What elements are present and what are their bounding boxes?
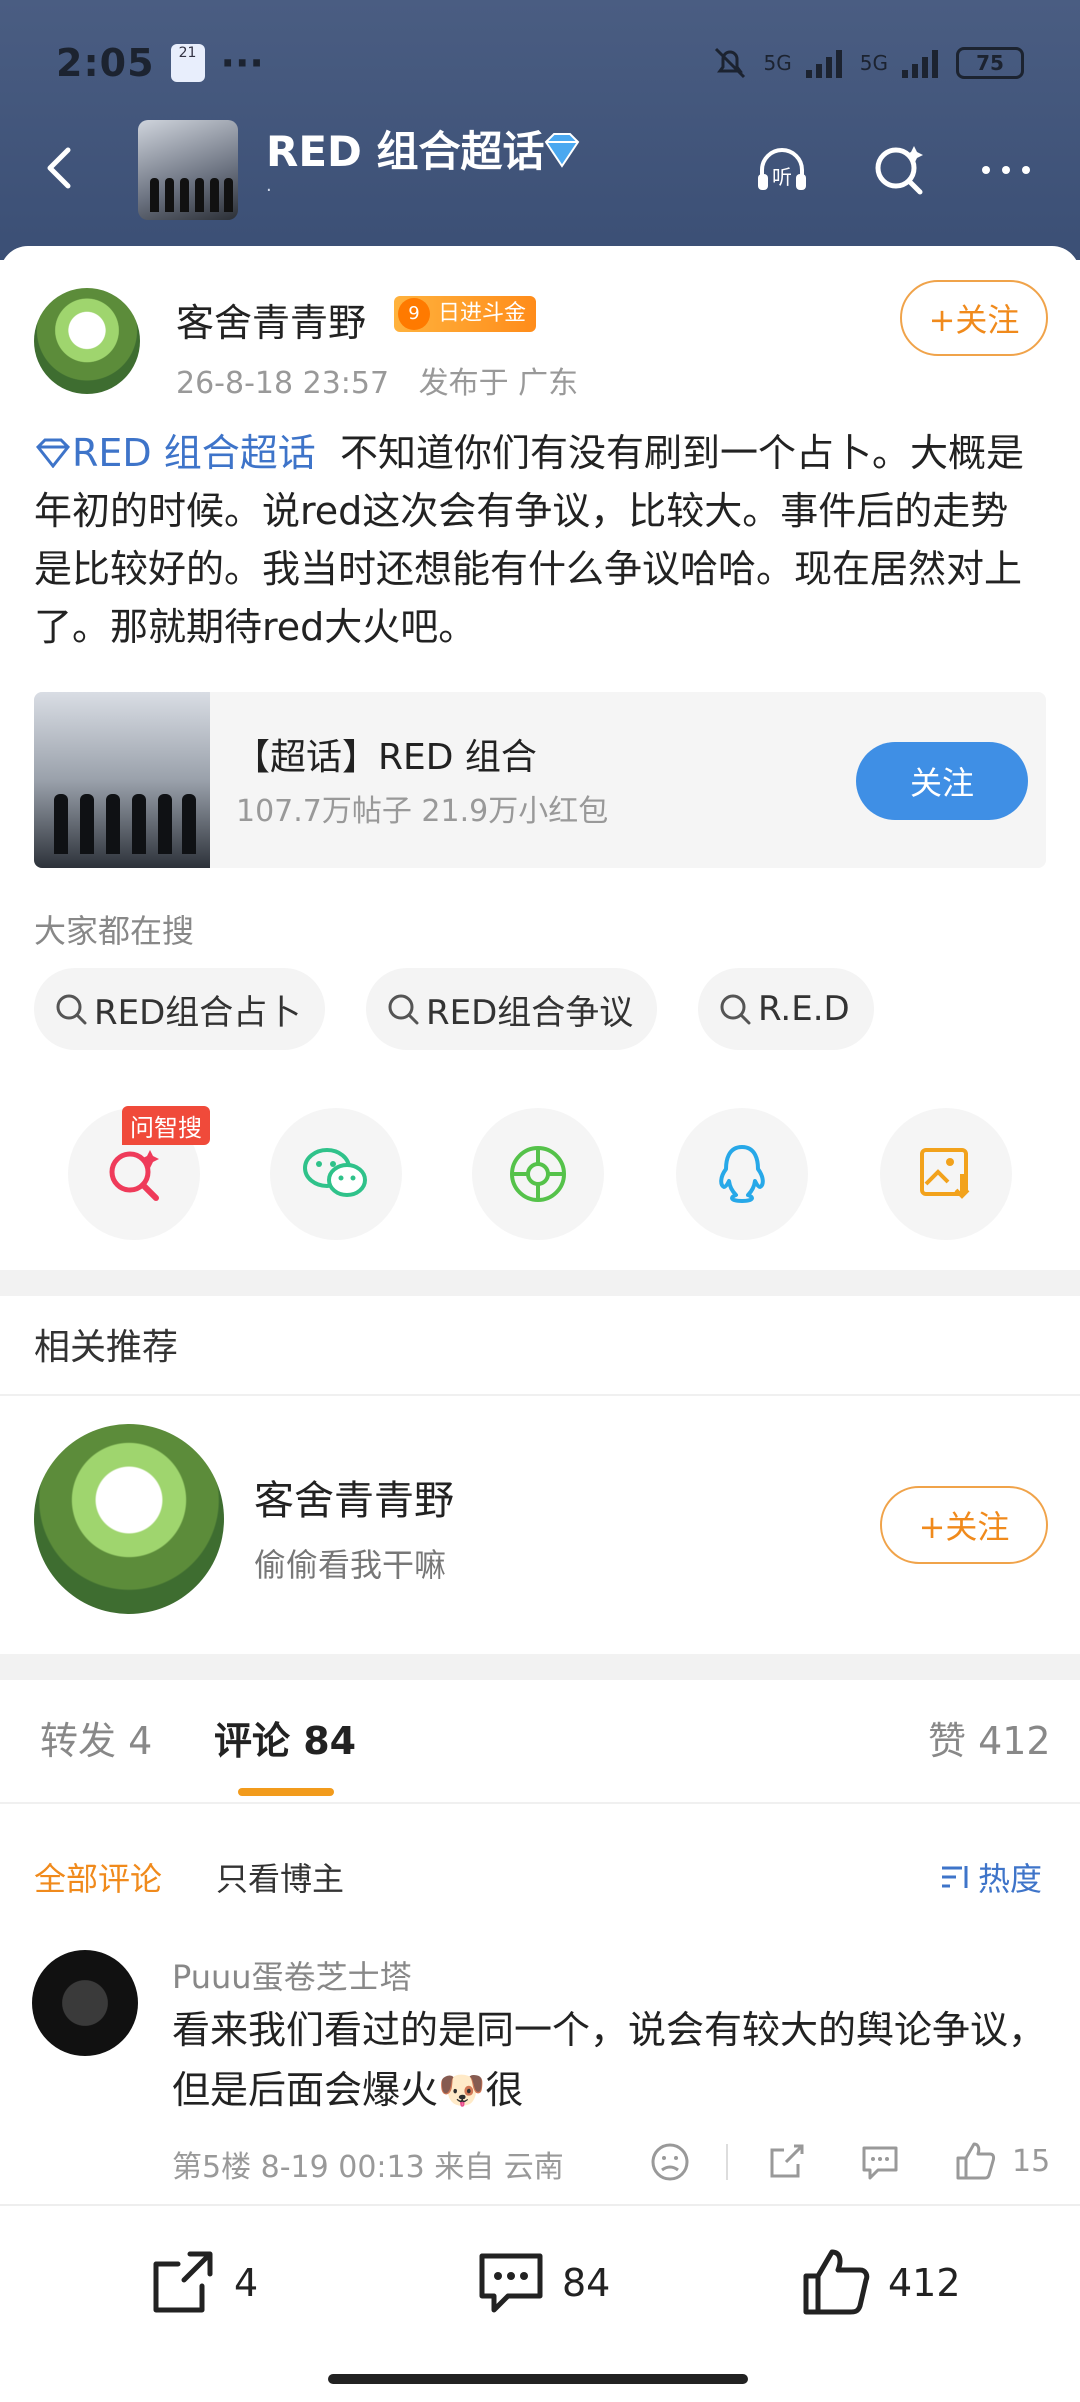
search-chip-icon [388,994,419,1025]
search-chip-2[interactable]: RED组合争议 [366,968,658,1050]
sort-label: 热度 [978,1860,1043,1898]
bottom-like-button[interactable]: 412 [800,2246,961,2320]
search-chip-3[interactable]: R.E.D [698,968,874,1050]
page-subtitle: · [266,180,272,201]
listen-headphones-icon[interactable]: 听 [752,140,812,200]
sort-hot-button[interactable]: 热度 [940,1854,1042,1900]
filter-all-comments[interactable]: 全部评论 [34,1854,162,1900]
search-icon[interactable] [870,140,930,200]
like-count: 412 [888,2261,961,2305]
save-image-icon [920,1148,970,1199]
search-chip-label: R.E.D [758,989,850,1029]
filter-author-only[interactable]: 只看博主 [216,1854,344,1900]
repost-icon [153,2251,213,2313]
more-options-icon[interactable] [976,140,1036,200]
status-bar: 2:05 21 ··· 5G 5G 75 [56,38,1024,88]
bottom-comment-button[interactable]: 84 [474,2246,610,2320]
bottom-action-bar: 4 84 412 [0,2204,1080,2402]
topic-link[interactable]: RED 组合超话 [72,431,316,475]
comment-count: 84 [562,2261,611,2305]
section-divider [0,1270,1080,1296]
qq-share-button[interactable] [676,1108,808,1240]
divider [0,1802,1080,1804]
commenter-name[interactable]: Puuu蛋卷芝士塔 [172,1952,412,1998]
action-divider [726,2144,728,2180]
supertopic-card-title: 【超话】RED 组合 [234,737,537,778]
search-chip-icon [56,994,87,1025]
trending-search-label: 大家都在搜 [34,912,195,950]
search-chip-icon [720,994,751,1025]
repost-count: 4 [234,2261,259,2305]
comment-share-icon[interactable] [764,2140,808,2184]
supertopic-card-image [34,692,210,868]
post-time: 26-8-18 23:57 [176,366,390,401]
moments-share-button[interactable] [472,1108,604,1240]
supertopic-cover-image[interactable] [138,120,238,220]
bottom-repost-button[interactable]: 4 [146,2246,258,2320]
divider [0,1394,1080,1396]
active-tab-indicator [238,1788,334,1796]
app-notification-icon: 21 [170,44,205,82]
post-meta: 26-8-18 23:57 发布于 广东 [176,358,578,402]
network-label-1: 5G [763,51,792,75]
comment-like-icon[interactable] [954,2140,998,2184]
tab-repost[interactable]: 转发 4 [40,1710,152,1765]
signal-icon-2 [902,50,938,78]
follow-related-button[interactable]: +关注 [880,1486,1048,1564]
qq-icon [719,1145,765,1203]
level-badge: 9 日进斗金 [394,296,537,332]
search-chip-1[interactable]: RED组合占卜 [34,968,326,1050]
author-name[interactable]: 客舍青青野 [176,292,366,347]
like-icon [803,2249,870,2315]
battery-indicator: 75 [956,47,1024,79]
more-notifications-icon: ··· [220,41,264,85]
signal-icon [805,50,842,78]
search-chip-label: RED组合争议 [426,992,634,1033]
related-avatar[interactable] [34,1424,224,1614]
mute-bell-icon [714,47,745,79]
supertopic-follow-button[interactable]: 关注 [856,742,1028,820]
supertopic-diamond-icon [35,438,71,469]
post-content: RED 组合超话 不知道你们有没有刷到一个占卜。大概是年初的时候。说red这次会… [34,424,1046,656]
badge-text: 日进斗金 [438,301,527,326]
top-nav-bar: RED 组合超话 · 听 [0,118,1080,220]
comment-meta: 第5楼 8-19 00:13 来自 云南 [172,2150,564,2185]
comment-icon [479,2253,543,2313]
follow-author-button[interactable]: +关注 [900,280,1048,356]
comment-text: 看来我们看过的是同一个，说会有较大的舆论争议，但是后面会爆火🐶很 [172,2008,1047,2112]
interaction-tabs: 转发 4 评论 84 赞 412 [0,1710,1080,1800]
ai-search-icon [109,1150,159,1201]
back-arrow-icon[interactable] [36,144,84,192]
wechat-icon [303,1148,367,1197]
post-location: 发布于 广东 [418,366,579,401]
moments-icon [510,1146,566,1202]
author-avatar[interactable] [34,288,140,394]
save-image-share-button[interactable] [880,1108,1012,1240]
related-user-signature: 偷偷看我干嘛 [254,1546,447,1584]
svg-text:听: 听 [772,165,792,189]
supertopic-card[interactable]: 【超话】RED 组合 107.7万帖子 21.9万小红包 关注 [34,692,1046,868]
wechat-share-button[interactable] [270,1108,402,1240]
comment-reply-icon[interactable] [858,2140,902,2184]
comment-like-count: 15 [1012,2144,1051,2179]
diamond-badge-icon [544,133,580,168]
tab-comment[interactable]: 评论 84 [214,1710,356,1765]
badge-level: 9 [398,298,430,330]
commenter-avatar[interactable] [32,1950,138,2056]
status-time: 2:05 [56,41,155,85]
dislike-face-icon[interactable] [648,2140,692,2184]
related-title: 相关推荐 [34,1327,179,1368]
related-user-name[interactable]: 客舍青青野 [254,1468,454,1526]
home-indicator[interactable] [328,2374,748,2384]
page-title: RED 组合超话 [266,127,545,176]
section-divider [0,1654,1080,1680]
ai-search-tag: 问智搜 [122,1106,210,1145]
search-chip-label: RED组合占卜 [94,992,302,1033]
network-label-2: 5G [859,51,888,75]
tab-like[interactable]: 赞 412 [928,1710,1051,1765]
sort-icon [942,1866,968,1888]
supertopic-card-stats: 107.7万帖子 21.9万小红包 [236,794,609,829]
